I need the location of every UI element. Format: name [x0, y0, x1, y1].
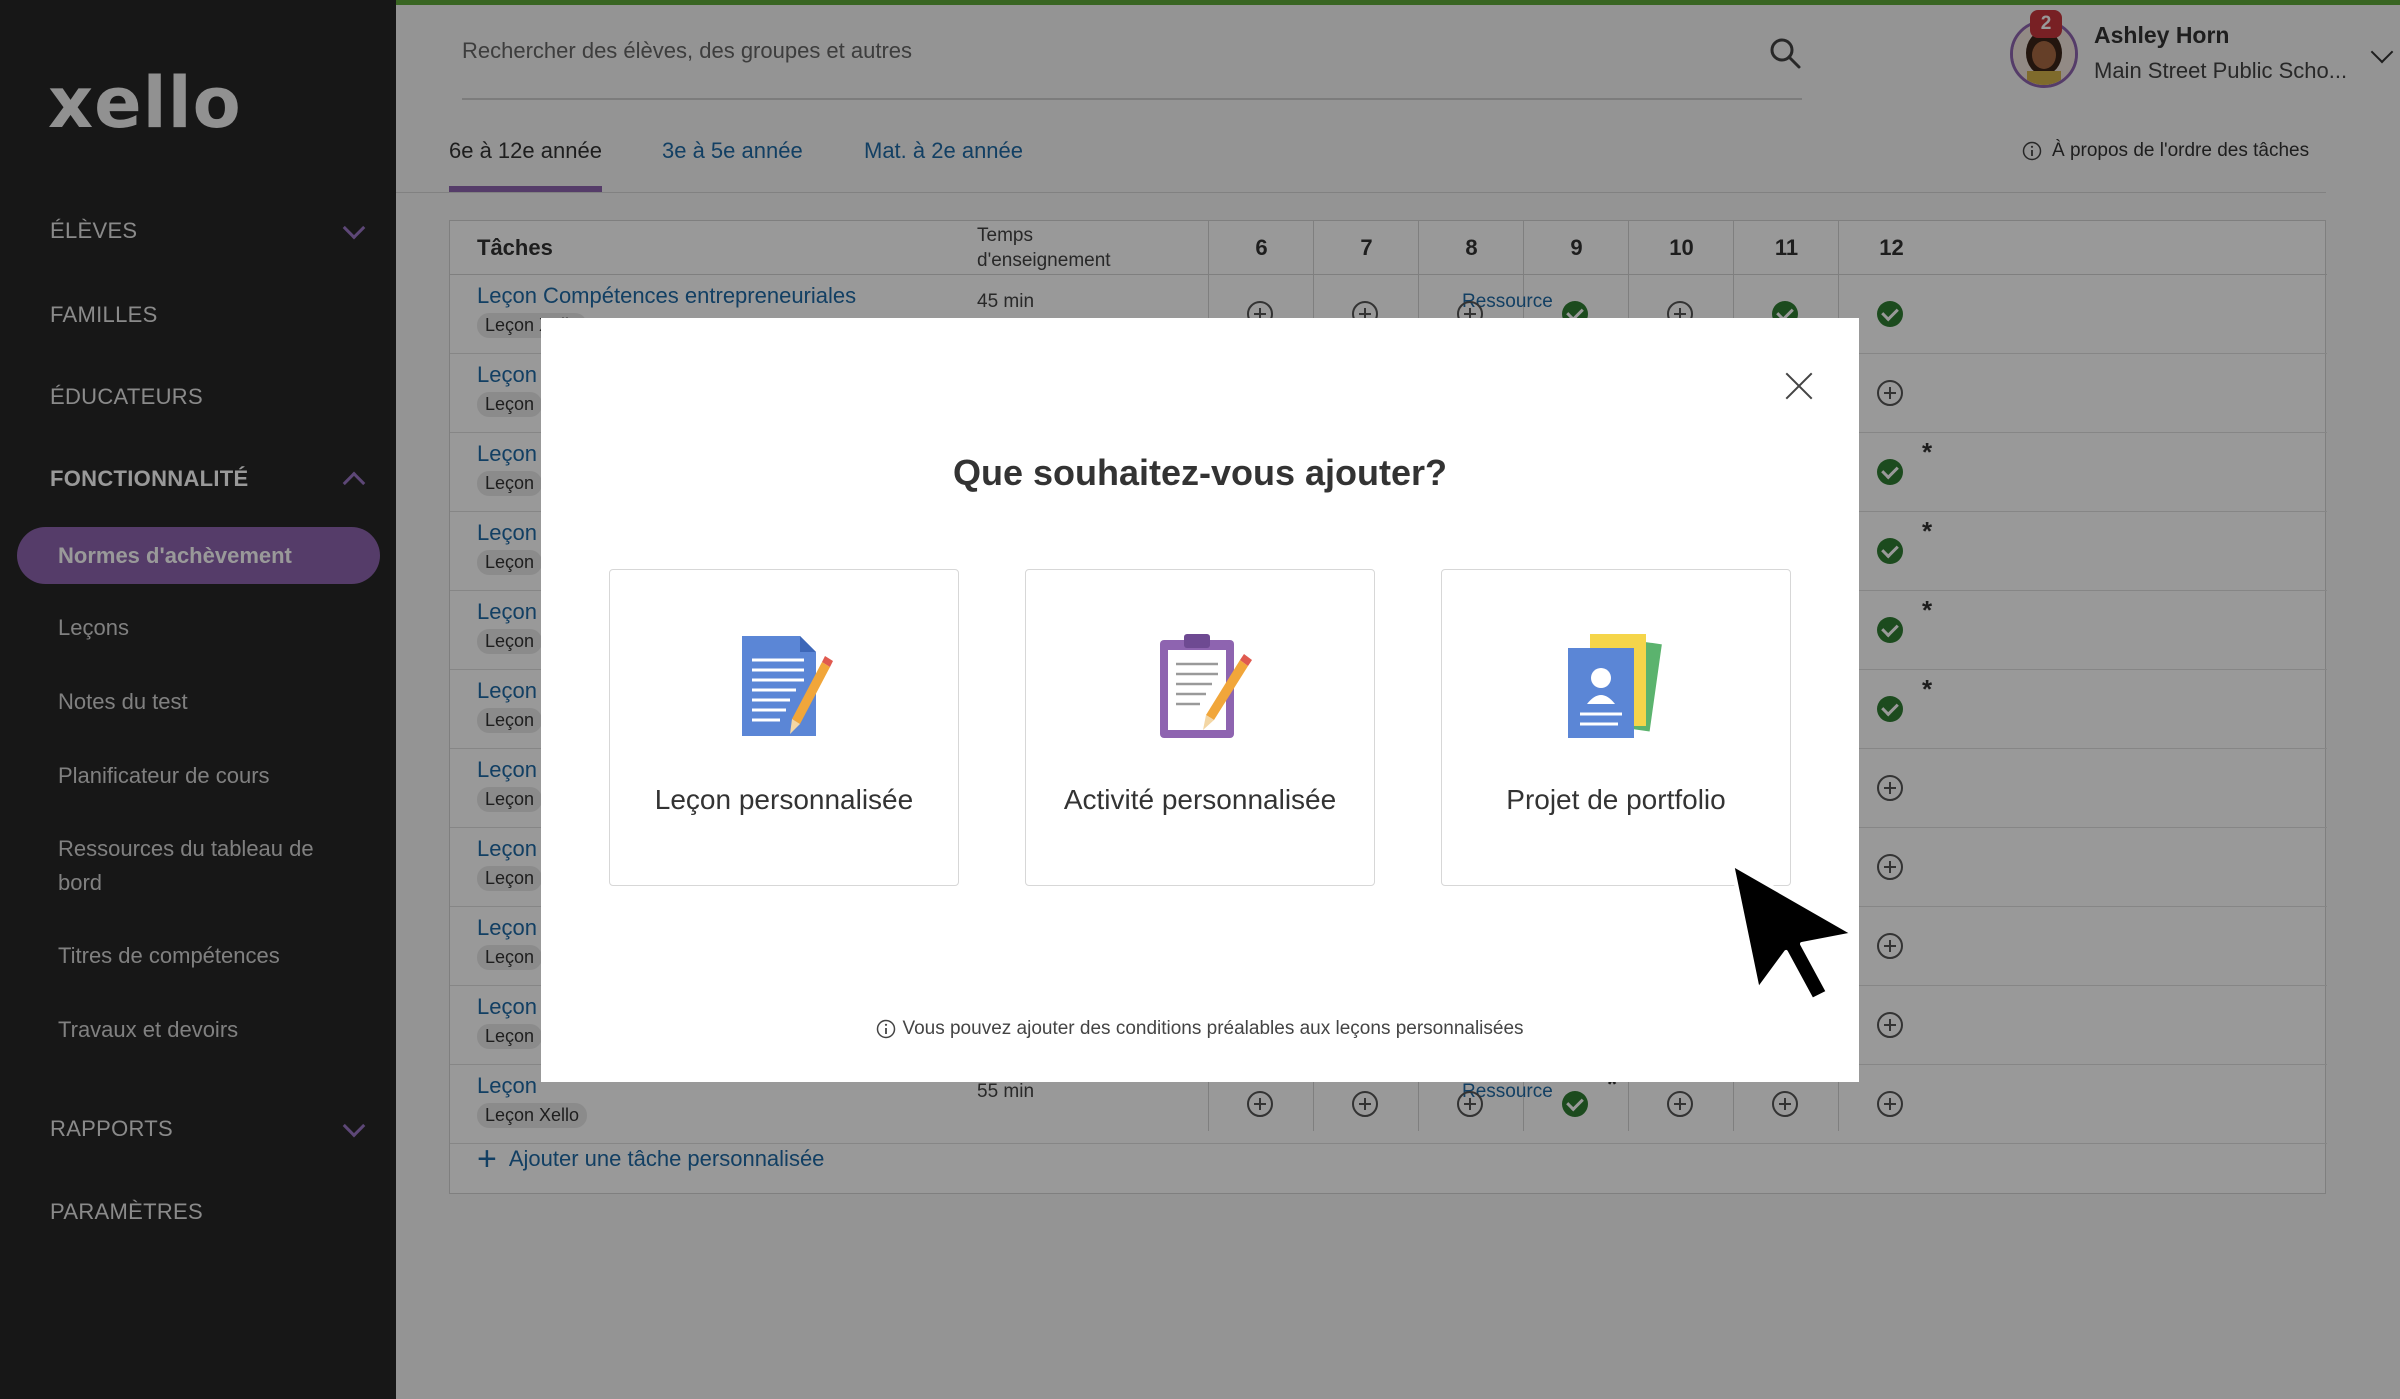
prerequisite-note: Vous pouvez ajouter des conditions préal… [541, 1018, 1859, 1040]
mouse-pointer-icon [1730, 862, 1856, 1002]
clipboard-pencil-icon [1160, 634, 1252, 738]
add-item-modal: Que souhaitez-vous ajouter? Leçon person… [541, 318, 1859, 1082]
note-text: Vous pouvez ajouter des conditions préal… [902, 1018, 1524, 1039]
close-icon[interactable] [1781, 368, 1817, 404]
info-icon [877, 1019, 896, 1039]
portfolio-project-option[interactable]: Projet de portfolio [1441, 569, 1791, 886]
custom-lesson-option[interactable]: Leçon personnalisée [609, 569, 959, 886]
option-label: Activité personnalisée [1063, 784, 1337, 815]
custom-activity-option[interactable]: Activité personnalisée [1025, 569, 1375, 886]
option-label: Projet de portfolio [1506, 784, 1726, 815]
option-label: Leçon personnalisée [654, 784, 914, 815]
portfolio-icon [1568, 634, 1662, 738]
modal-title: Que souhaitez-vous ajouter? [952, 452, 1448, 493]
document-pencil-icon [742, 636, 833, 736]
